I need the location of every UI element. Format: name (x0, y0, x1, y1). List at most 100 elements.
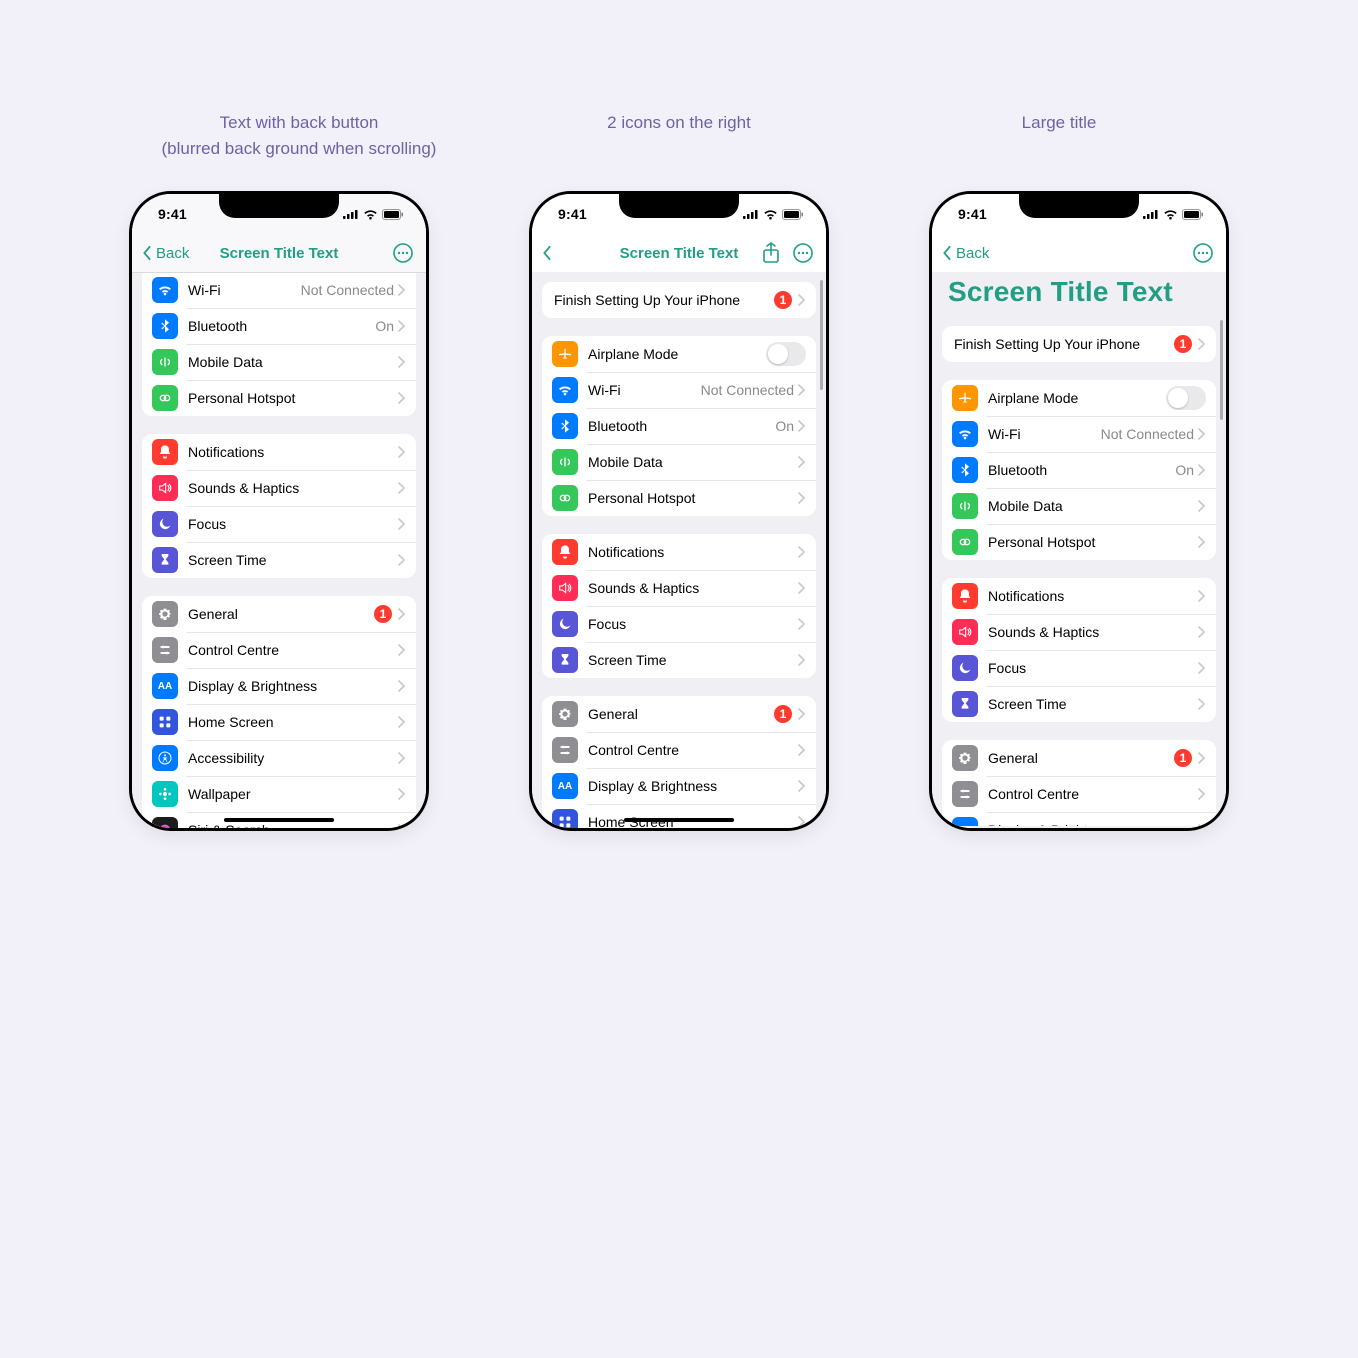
bell-icon (152, 439, 178, 465)
row-wifi[interactable]: Wi-Fi Not Connected (542, 372, 816, 408)
airplane-icon (952, 385, 978, 411)
row-airplane[interactable]: Airplane Mode (542, 336, 816, 372)
airplane-toggle[interactable] (1166, 386, 1206, 410)
row-bluetooth[interactable]: BluetoothOn (942, 452, 1216, 488)
chevron-right-icon (1198, 338, 1206, 350)
airplane-toggle[interactable] (766, 342, 806, 366)
more-button[interactable] (392, 242, 414, 264)
speaker-icon (152, 475, 178, 501)
row-notifications[interactable]: Notifications (542, 534, 816, 570)
back-button[interactable]: Back (140, 245, 189, 262)
row-home-screen[interactable]: Home Screen (542, 804, 816, 828)
row-personal-hotspot[interactable]: Personal Hotspot (942, 524, 1216, 560)
row-display[interactable]: AA Display & Brightness (542, 768, 816, 804)
chevron-right-icon (398, 752, 406, 764)
settings-scroll[interactable]: Wi-Fi Not Connected Bluetooth On (132, 272, 426, 828)
row-label: Focus (588, 616, 798, 632)
row-mobile-data[interactable]: Mobile Data (142, 344, 416, 380)
settings-scroll[interactable]: Finish Setting Up Your iPhone 1 Airplane… (532, 272, 826, 828)
row-notifications[interactable]: Notifications (942, 578, 1216, 614)
notification-badge: 1 (1174, 335, 1192, 353)
row-general[interactable]: General1 (942, 740, 1216, 776)
caption-2: 2 icons on the right (509, 110, 849, 161)
row-control-centre[interactable]: Control Centre (542, 732, 816, 768)
row-focus[interactable]: Focus (542, 606, 816, 642)
row-label: Personal Hotspot (588, 490, 798, 506)
row-label: Focus (988, 660, 1198, 676)
chevron-right-icon (398, 824, 406, 828)
scrollbar[interactable] (820, 280, 823, 390)
grid-icon (152, 709, 178, 735)
chevron-right-icon (398, 284, 406, 296)
chevron-right-icon (1198, 500, 1206, 512)
more-button[interactable] (1192, 242, 1214, 264)
row-display[interactable]: AADisplay & Brightness (942, 812, 1216, 826)
gear-icon (152, 601, 178, 627)
row-label: Sounds & Haptics (588, 580, 798, 596)
back-button[interactable]: Back (940, 245, 989, 262)
row-screen-time[interactable]: Screen Time (142, 542, 416, 578)
flower-icon (152, 781, 178, 807)
row-label: Wi-Fi (588, 382, 701, 398)
row-label: Bluetooth (188, 318, 375, 334)
row-label: Screen Time (188, 552, 398, 568)
row-wifi[interactable]: Wi-FiNot Connected (942, 416, 1216, 452)
share-button[interactable] (760, 242, 782, 264)
row-general[interactable]: General1 (542, 696, 816, 732)
chevron-right-icon (398, 392, 406, 404)
row-personal-hotspot[interactable]: Personal Hotspot (142, 380, 416, 416)
row-label: Display & Brightness (588, 778, 798, 794)
row-value: On (775, 418, 794, 434)
hourglass-icon (952, 691, 978, 717)
chevron-right-icon (1198, 626, 1206, 638)
row-personal-hotspot[interactable]: Personal Hotspot (542, 480, 816, 516)
row-bluetooth[interactable]: Bluetooth On (542, 408, 816, 444)
row-airplane[interactable]: Airplane Mode (942, 380, 1216, 416)
row-home-screen[interactable]: Home Screen (142, 704, 416, 740)
row-mobile-data[interactable]: Mobile Data (942, 488, 1216, 524)
row-display[interactable]: AA Display & Brightness (142, 668, 416, 704)
row-finish-setup[interactable]: Finish Setting Up Your iPhone 1 (942, 326, 1216, 362)
row-control-centre[interactable]: Control Centre (942, 776, 1216, 812)
chevron-right-icon (798, 654, 806, 666)
row-focus[interactable]: Focus (942, 650, 1216, 686)
row-screen-time[interactable]: Screen Time (542, 642, 816, 678)
row-label: Display & Brightness (988, 822, 1198, 826)
row-value: On (375, 318, 394, 334)
row-value: Not Connected (701, 382, 794, 398)
scrollbar[interactable] (1220, 320, 1223, 420)
row-general[interactable]: General 1 (142, 596, 416, 632)
status-time: 9:41 (958, 206, 987, 222)
row-label: Screen Time (588, 652, 798, 668)
row-label: Siri & Search (188, 822, 398, 828)
phone-frame-3: 9:41 Back (929, 191, 1229, 831)
row-finish-setup[interactable]: Finish Setting Up Your iPhone 1 (542, 282, 816, 318)
row-wifi[interactable]: Wi-Fi Not Connected (142, 272, 416, 308)
battery-icon (1182, 209, 1204, 220)
settings-scroll[interactable]: Finish Setting Up Your iPhone 1 Airplane… (932, 316, 1226, 826)
row-label: Display & Brightness (188, 678, 398, 694)
row-mobile-data[interactable]: Mobile Data (542, 444, 816, 480)
row-bluetooth[interactable]: Bluetooth On (142, 308, 416, 344)
row-sounds[interactable]: Sounds & Haptics (142, 470, 416, 506)
chevron-right-icon (1198, 824, 1206, 826)
chevron-right-icon (398, 482, 406, 494)
row-label: Notifications (188, 444, 398, 460)
row-accessibility[interactable]: Accessibility (142, 740, 416, 776)
row-wallpaper[interactable]: Wallpaper (142, 776, 416, 812)
row-value: On (1175, 462, 1194, 478)
row-focus[interactable]: Focus (142, 506, 416, 542)
back-button[interactable] (540, 246, 554, 260)
wifi-status-icon (1163, 209, 1178, 220)
large-title: Screen Title Text (948, 276, 1210, 308)
text-size-icon: AA (552, 773, 578, 799)
chevron-right-icon (398, 644, 406, 656)
more-button[interactable] (792, 242, 814, 264)
row-screen-time[interactable]: Screen Time (942, 686, 1216, 722)
chevron-right-icon (798, 456, 806, 468)
row-notifications[interactable]: Notifications (142, 434, 416, 470)
row-sounds[interactable]: Sounds & Haptics (542, 570, 816, 606)
antenna-icon (552, 449, 578, 475)
row-sounds[interactable]: Sounds & Haptics (942, 614, 1216, 650)
row-control-centre[interactable]: Control Centre (142, 632, 416, 668)
